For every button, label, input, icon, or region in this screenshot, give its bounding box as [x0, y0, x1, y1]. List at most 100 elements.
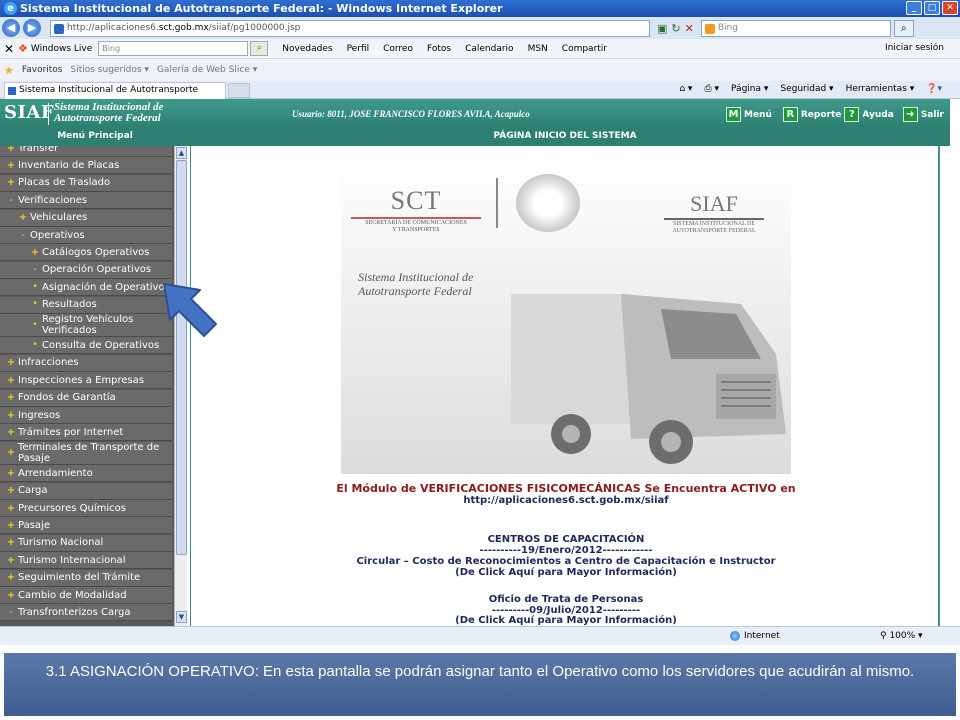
sidebar-item[interactable]: + Transfer	[0, 146, 172, 157]
sidebar-item[interactable]: + Carga	[0, 482, 172, 500]
sidebar-item[interactable]: • Resultados	[0, 296, 172, 314]
signin-link[interactable]: Iniciar sesión	[885, 43, 944, 53]
suggested-sites-link[interactable]: Sitios sugeridos ▾	[71, 65, 149, 75]
sidebar-item[interactable]: • Consulta de Operativos	[0, 337, 172, 355]
search-input[interactable]: Bing	[700, 19, 891, 37]
favorites-bar: ★ Favoritos Sitios sugeridos ▾ Galería d…	[0, 59, 960, 81]
zoom-control[interactable]: ⚲ 100% ▾	[880, 631, 923, 641]
siaf-logo: SIAF	[4, 102, 55, 123]
plus-icon: +	[6, 537, 16, 549]
sidebar-item[interactable]: + Precursores Químicos	[0, 500, 172, 517]
scroll-thumb[interactable]	[176, 160, 187, 555]
live-item-msn[interactable]: MSN	[528, 44, 548, 54]
tools-menu[interactable]: Herramientas ▾	[846, 84, 915, 94]
banner-text-line1: Sistema Institucional de	[358, 270, 474, 284]
training-more-info-link[interactable]: (De Click Aquí para Mayor Información)	[191, 567, 941, 579]
live-item-novedades[interactable]: Novedades	[282, 44, 332, 54]
search-icon[interactable]: ⌕	[893, 19, 914, 37]
exit-icon[interactable]: ➜	[902, 107, 918, 122]
sidebar-item[interactable]: • Registro Vehículos Verificados	[0, 314, 172, 337]
sidebar-item[interactable]: + Inspecciones a Empresas	[0, 372, 172, 390]
sidebar-item[interactable]: + Arrendamiento	[0, 465, 172, 483]
siaf-logo-text: SIAF	[690, 191, 738, 216]
live-search-input[interactable]: Bing	[98, 41, 249, 56]
sidebar-item[interactable]: + Turismo Nacional	[0, 534, 172, 552]
menu-button[interactable]: Menú	[744, 110, 772, 120]
favorites-star-icon[interactable]: ★	[4, 64, 14, 77]
report-icon[interactable]: R	[782, 107, 798, 122]
address-bar: ◀ ▶ http://aplicaciones6.sct.gob.mx/siia…	[0, 17, 960, 39]
report-button[interactable]: Reporte	[801, 110, 842, 120]
sidebar-item[interactable]: • Asignación de Operativo	[0, 279, 172, 297]
sidebar-scrollbar[interactable]: ▲ ▼	[174, 146, 187, 626]
security-menu[interactable]: Seguridad ▾	[780, 84, 833, 94]
sidebar-item[interactable]: + Inventario de Placas	[0, 157, 172, 175]
sidebar-item[interactable]: - Operación Operativos	[0, 261, 172, 279]
sidebar-item[interactable]: + Terminales de Transporte de Pasaje	[0, 441, 172, 465]
forward-button[interactable]: ▶	[23, 19, 41, 37]
sidebar-item[interactable]: + Ingresos	[0, 407, 172, 424]
compat-view-icon[interactable]: ▣	[657, 22, 667, 35]
minus-icon: -	[21, 229, 25, 241]
url-input[interactable]: http://aplicaciones6.sct.gob.mx/siiaf/pg…	[50, 19, 650, 37]
help-button[interactable]: Ayuda	[862, 110, 893, 120]
help-icon[interactable]: ❓▾	[926, 84, 942, 94]
siaf-divider	[664, 218, 764, 220]
caption-area: 3.1 ASIGNACIÓN OPERATIVO: En esta pantal…	[0, 645, 960, 720]
sidebar-item[interactable]: + Catálogos Operativos	[0, 244, 172, 262]
sidebar-item[interactable]: + Placas de Traslado	[0, 174, 172, 192]
bullet-icon: •	[32, 319, 38, 330]
minimize-button[interactable]: _	[906, 1, 922, 15]
plus-icon: +	[6, 447, 16, 459]
sidebar-item[interactable]: + Turismo Internacional	[0, 552, 172, 570]
stop-icon[interactable]: ✕	[685, 22, 694, 35]
sidebar-item[interactable]: + Trámites por Internet	[0, 424, 172, 442]
live-item-correo[interactable]: Correo	[383, 44, 413, 54]
sidebar-item-label: Placas de Traslado	[18, 177, 111, 189]
new-tab-button[interactable]	[228, 83, 250, 98]
sidebar-item[interactable]: - Verificaciones	[0, 192, 172, 210]
sidebar-item[interactable]: + Fondos de Garantía	[0, 389, 172, 407]
favorites-button[interactable]: Favoritos	[22, 65, 63, 75]
live-item-fotos[interactable]: Fotos	[427, 44, 451, 54]
bullet-icon: •	[32, 339, 38, 350]
sidebar-item[interactable]: + Pasaje	[0, 517, 172, 535]
module-url-link[interactable]: http://aplicaciones6.sct.gob.mx/siiaf	[191, 495, 941, 507]
truck-image	[511, 294, 786, 464]
home-icon[interactable]: ⌂ ▾	[679, 84, 692, 94]
tab-siaf[interactable]: Sistema Institucional de Autotransporte …	[4, 82, 226, 110]
back-button[interactable]: ◀	[2, 19, 20, 37]
scroll-up-arrow-icon[interactable]: ▲	[176, 147, 187, 159]
live-item-perfil[interactable]: Perfil	[347, 44, 370, 54]
maximize-button[interactable]: □	[924, 1, 940, 15]
web-slice-gallery-link[interactable]: Galería de Web Slice ▾	[157, 65, 257, 75]
live-item-compartir[interactable]: Compartir	[562, 44, 607, 54]
sidebar-item[interactable]: - Operativos	[0, 227, 172, 244]
sidebar-item-label: Verificaciones	[18, 194, 88, 206]
live-search-go-icon[interactable]: ⌕	[250, 41, 269, 56]
exit-button[interactable]: Salir	[921, 110, 944, 120]
menu-title: Menú Principal	[57, 131, 133, 141]
tab-page-icon	[8, 87, 16, 95]
plus-icon: +	[6, 409, 16, 421]
sidebar-item[interactable]: + Infracciones	[0, 354, 172, 372]
siaf-subtitle-line2: Autotransporte Federal	[54, 112, 161, 124]
close-button[interactable]: ✕	[942, 1, 958, 15]
url-domain: sct.gob.mx	[158, 22, 209, 33]
toolbar-close-icon[interactable]: ✕	[0, 42, 18, 56]
live-item-calendario[interactable]: Calendario	[465, 44, 513, 54]
plus-icon: +	[6, 392, 16, 404]
sidebar-item[interactable]: + Vehiculares	[0, 209, 172, 227]
page-menu[interactable]: Página ▾	[731, 84, 768, 94]
print-icon[interactable]: ⎙ ▾	[704, 84, 719, 94]
sidebar-item[interactable]: + Cambio de Modalidad	[0, 587, 172, 604]
menu-icon[interactable]: M	[726, 107, 741, 122]
sidebar-menu: + Transfer + Inventario de Placas + Placas de…	[0, 146, 174, 626]
sidebar-item[interactable]: - Transfronterizos Carga	[0, 604, 172, 622]
scroll-down-arrow-icon[interactable]: ▼	[176, 611, 187, 623]
sidebar-item[interactable]: + Seguimiento del Trámite	[0, 569, 172, 587]
page-title: PÁGINA INICIO DEL SISTEMA	[493, 131, 637, 141]
minus-icon: -	[9, 606, 13, 618]
refresh-icon[interactable]: ↻	[671, 22, 680, 35]
help-button-icon[interactable]: ?	[844, 107, 860, 122]
